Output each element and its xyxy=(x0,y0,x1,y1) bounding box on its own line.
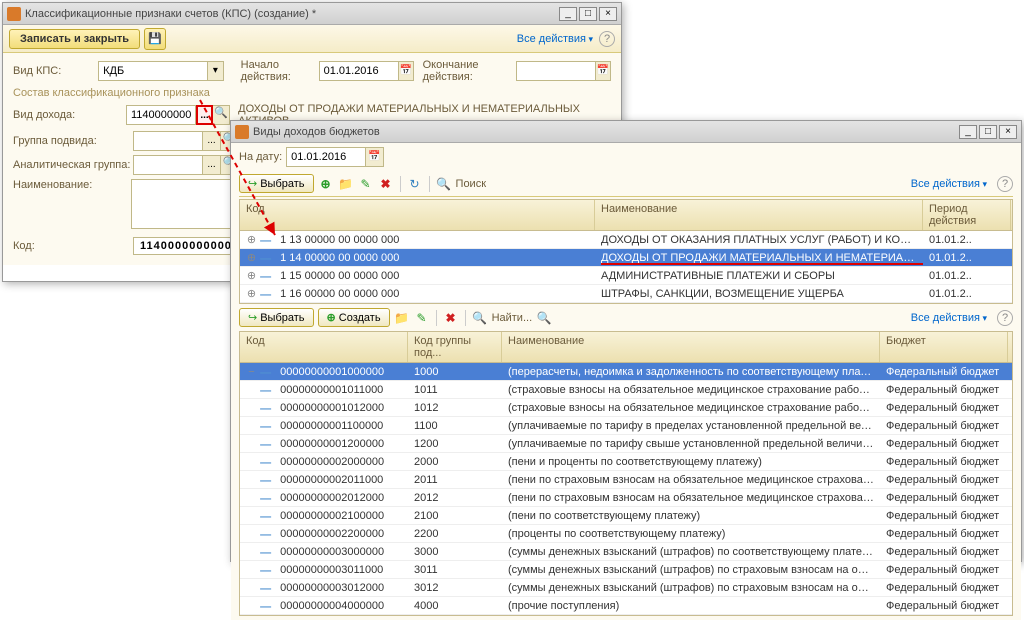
income-type-lookup[interactable]: ... xyxy=(196,105,213,125)
table-row[interactable]: — 000000000030120003012(суммы денежных в… xyxy=(240,579,1012,597)
col-group[interactable]: Код группы под... xyxy=(408,332,502,362)
maximize-button[interactable]: □ xyxy=(979,125,997,139)
win2-body: На дату: 📅 ↪Выбрать ⊕ 📁 ✎ ✖ ↻ 🔍 Поиск Вс… xyxy=(231,143,1021,620)
col-period[interactable]: Период действия xyxy=(923,200,1011,230)
grid1-header: Код Наименование Период действия xyxy=(240,200,1012,231)
on-date-label: На дату: xyxy=(239,151,282,163)
table-row[interactable]: − — 000000000010000001000(перерасчеты, н… xyxy=(240,363,1012,381)
help-icon[interactable]: ? xyxy=(599,31,615,47)
win1-titlebar: Классификационные признаки счетов (КПС) … xyxy=(3,3,621,25)
table-row[interactable]: ⊕ — 1 16 00000 00 0000 000ШТРАФЫ, САНКЦИ… xyxy=(240,285,1012,303)
help-icon[interactable]: ? xyxy=(997,176,1013,192)
table-row[interactable]: — 000000000010120001012(страховые взносы… xyxy=(240,399,1012,417)
name-label: Наименование: xyxy=(13,179,131,191)
all-actions-link[interactable]: Все действия xyxy=(911,178,987,190)
kps-type-dropdown[interactable]: ▾ xyxy=(208,61,223,81)
table-row[interactable]: — 000000000020000002000(пени и проценты … xyxy=(240,453,1012,471)
table-row[interactable]: — 000000000020110002011(пени по страховы… xyxy=(240,471,1012,489)
delete-icon[interactable]: ✖ xyxy=(378,176,394,192)
code-label: Код: xyxy=(13,240,133,252)
edit-icon[interactable]: ✎ xyxy=(414,310,430,326)
grid2-toolbar: ↪Выбрать ⊕Создать 📁 ✎ ✖ 🔍 Найти... 🔍 Все… xyxy=(239,304,1013,331)
table-row[interactable]: — 000000000021000002100(пени по соответс… xyxy=(240,507,1012,525)
subtype-group-lookup[interactable]: ... xyxy=(203,131,221,151)
edit-icon[interactable]: ✎ xyxy=(358,176,374,192)
on-date-input[interactable] xyxy=(286,147,366,167)
table-row[interactable]: ⊕ — 1 15 00000 00 0000 000АДМИНИСТРАТИВН… xyxy=(240,267,1012,285)
income-type-input[interactable] xyxy=(126,105,196,125)
income-type-label: Вид дохода: xyxy=(13,109,126,121)
table-row[interactable]: ⊕ — 1 14 00000 00 0000 000ДОХОДЫ ОТ ПРОД… xyxy=(240,249,1012,267)
analytic-group-input[interactable] xyxy=(133,155,203,175)
find-label[interactable]: Найти... xyxy=(492,312,533,324)
subtype-group-input[interactable] xyxy=(133,131,203,151)
table-row[interactable]: — 000000000012000001200(уплачиваемые по … xyxy=(240,435,1012,453)
col-code[interactable]: Код xyxy=(240,200,595,230)
subtype-group-label: Группа подвида: xyxy=(13,135,133,147)
win1-title: Классификационные признаки счетов (КПС) … xyxy=(25,8,557,20)
create-button[interactable]: ⊕Создать xyxy=(318,308,390,327)
maximize-button[interactable]: □ xyxy=(579,7,597,21)
search-icon[interactable]: 🔍 xyxy=(472,310,488,326)
table-row[interactable]: — 000000000010110001011(страховые взносы… xyxy=(240,381,1012,399)
app-icon xyxy=(235,125,249,139)
subtype-grid: Код Код группы под... Наименование Бюдже… xyxy=(239,331,1013,616)
income-types-window: Виды доходов бюджетов _ □ × На дату: 📅 ↪… xyxy=(230,120,1022,562)
select-button[interactable]: ↪Выбрать xyxy=(239,174,314,193)
col-name[interactable]: Наименование xyxy=(595,200,923,230)
save-close-button[interactable]: Записать и закрыть xyxy=(9,29,140,49)
end-date-input[interactable] xyxy=(516,61,596,81)
win2-title: Виды доходов бюджетов xyxy=(253,126,957,138)
analytic-group-label: Аналитическая группа: xyxy=(13,159,133,171)
analytic-group-lookup[interactable]: ... xyxy=(203,155,221,175)
search-label[interactable]: Поиск xyxy=(456,178,486,190)
add-icon[interactable]: ⊕ xyxy=(318,176,334,192)
kps-type-label: Вид КПС: xyxy=(13,65,98,77)
app-icon xyxy=(7,7,21,21)
add-folder-icon[interactable]: 📁 xyxy=(394,310,410,326)
save-icon-button[interactable]: 💾 xyxy=(144,28,166,50)
on-date-picker[interactable]: 📅 xyxy=(366,147,384,167)
close-button[interactable]: × xyxy=(599,7,617,21)
win1-toolbar: Записать и закрыть 💾 Все действия ? xyxy=(3,25,621,53)
kps-type-input[interactable] xyxy=(98,61,208,81)
table-row[interactable]: — 000000000011000001100(уплачиваемые по … xyxy=(240,417,1012,435)
close-button[interactable]: × xyxy=(999,125,1017,139)
income-types-grid: Код Наименование Период действия ⊕ — 1 1… xyxy=(239,199,1013,304)
table-row[interactable]: — 000000000030000003000(суммы денежных в… xyxy=(240,543,1012,561)
search-icon[interactable]: 🔍 xyxy=(436,176,452,192)
grid2-header: Код Код группы под... Наименование Бюдже… xyxy=(240,332,1012,363)
start-date-label: Начало действия: xyxy=(241,59,319,83)
minimize-button[interactable]: _ xyxy=(959,125,977,139)
all-actions-link[interactable]: Все действия xyxy=(517,33,593,45)
income-type-search-icon[interactable]: 🔍 xyxy=(213,105,230,125)
grid1-toolbar: ↪Выбрать ⊕ 📁 ✎ ✖ ↻ 🔍 Поиск Все действия … xyxy=(239,171,1013,197)
start-date-input[interactable] xyxy=(319,61,399,81)
col-code[interactable]: Код xyxy=(240,332,408,362)
refresh-icon[interactable]: ↻ xyxy=(407,176,423,192)
table-row[interactable]: ⊕ — 1 13 00000 00 0000 000ДОХОДЫ ОТ ОКАЗ… xyxy=(240,231,1012,249)
help-icon[interactable]: ? xyxy=(997,310,1013,326)
table-row[interactable]: — 000000000020120002012(пени по страховы… xyxy=(240,489,1012,507)
end-date-picker[interactable]: 📅 xyxy=(596,61,611,81)
col-name[interactable]: Наименование xyxy=(502,332,880,362)
section-title: Состав классификационного признака xyxy=(13,87,611,99)
start-date-picker[interactable]: 📅 xyxy=(399,61,414,81)
all-actions-link[interactable]: Все действия xyxy=(911,312,987,324)
win2-titlebar: Виды доходов бюджетов _ □ × xyxy=(231,121,1021,143)
select-button-2[interactable]: ↪Выбрать xyxy=(239,308,314,327)
clear-search-icon[interactable]: 🔍 xyxy=(536,310,552,326)
col-budget[interactable]: Бюджет xyxy=(880,332,1008,362)
end-date-label: Окончание действия: xyxy=(423,59,516,83)
table-row[interactable]: — 000000000022000002200(проценты по соот… xyxy=(240,525,1012,543)
delete-icon[interactable]: ✖ xyxy=(443,310,459,326)
table-row[interactable]: — 000000000040000004000(прочие поступлен… xyxy=(240,597,1012,615)
minimize-button[interactable]: _ xyxy=(559,7,577,21)
add-folder-icon[interactable]: 📁 xyxy=(338,176,354,192)
